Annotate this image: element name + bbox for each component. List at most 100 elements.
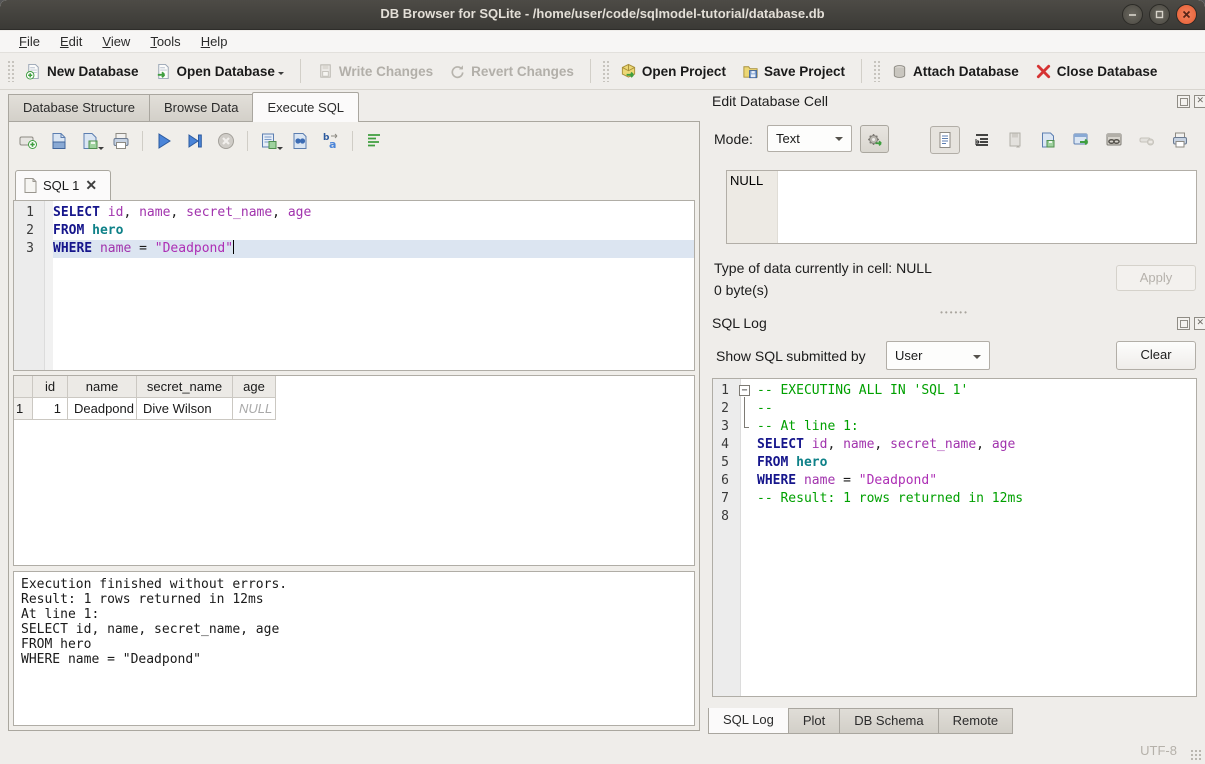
code-line[interactable]: 6WHERE name = "Deadpond"	[713, 472, 1196, 490]
apply-button[interactable]: Apply	[1116, 265, 1196, 291]
column-header-secret-name[interactable]: secret_name	[137, 376, 233, 398]
find-button[interactable]	[289, 130, 311, 152]
titlebar[interactable]: DB Browser for SQLite - /home/user/code/…	[0, 0, 1205, 30]
code-line[interactable]: 3WHERE name = "Deadpond"	[14, 240, 694, 258]
minimize-button[interactable]	[1122, 4, 1143, 25]
toolbar-drag-handle[interactable]	[7, 60, 14, 82]
results-corner-header[interactable]	[14, 376, 33, 398]
close-panel-icon[interactable]	[1194, 95, 1205, 108]
tab-browse-data[interactable]: Browse Data	[149, 94, 252, 122]
tab-sql-log[interactable]: SQL Log	[708, 708, 789, 734]
fold-margin	[735, 490, 757, 508]
sql-file-tab[interactable]: SQL 1 ✕	[15, 170, 111, 200]
tab-db-schema[interactable]: DB Schema	[840, 708, 938, 734]
svg-text:a: a	[329, 138, 336, 151]
new-database-button[interactable]: New Database	[17, 58, 147, 85]
column-header-id[interactable]: id	[33, 376, 68, 398]
open-database-button[interactable]: Open Database	[147, 58, 292, 85]
link-cell-button[interactable]	[1103, 129, 1125, 151]
code-text: FROM hero	[757, 454, 1196, 472]
code-line[interactable]: 4SELECT id, name, secret_name, age	[713, 436, 1196, 454]
auto-switch-mode-button[interactable]	[860, 125, 889, 153]
code-line[interactable]: 5FROM hero	[713, 454, 1196, 472]
text-mode-button[interactable]	[930, 126, 960, 154]
write-changes-icon	[317, 63, 334, 80]
float-panel-icon[interactable]	[1177, 95, 1190, 108]
gear-icon	[866, 131, 883, 148]
mode-select[interactable]: Text	[767, 125, 852, 152]
fold-marker-icon[interactable]: −	[735, 382, 757, 400]
code-line[interactable]: 3-- At line 1:	[713, 418, 1196, 436]
line-number: 1	[14, 204, 40, 222]
menu-edit[interactable]: Edit	[51, 32, 91, 51]
toolbar-drag-handle[interactable]	[602, 60, 609, 82]
print-cell-button[interactable]	[1169, 129, 1191, 151]
panel-splitter[interactable]: ••••••	[712, 303, 1197, 318]
word-wrap-button[interactable]	[971, 129, 993, 151]
cell-age[interactable]: NULL	[233, 398, 276, 420]
stop-button[interactable]	[215, 130, 237, 152]
float-panel-icon[interactable]	[1177, 317, 1190, 330]
tab-execute-sql[interactable]: Execute SQL	[252, 92, 359, 122]
log-filter-select[interactable]: User	[886, 341, 990, 370]
attach-database-icon	[891, 63, 908, 80]
code-line[interactable]: 2FROM hero	[14, 222, 694, 240]
close-database-button[interactable]: Close Database	[1027, 58, 1166, 85]
resize-grip[interactable]	[1190, 749, 1202, 761]
menu-file[interactable]: File	[10, 32, 49, 51]
revert-changes-button[interactable]: Revert Changes	[441, 58, 582, 85]
close-button[interactable]	[1176, 4, 1197, 25]
save-project-button[interactable]: Save Project	[734, 58, 853, 85]
cell-value-editor[interactable]: NULL	[726, 170, 1197, 244]
cell-secret-name[interactable]: Dive Wilson	[137, 398, 233, 420]
attach-database-button[interactable]: Attach Database	[883, 58, 1027, 85]
code-line[interactable]: 8	[713, 508, 1196, 526]
format-sql-button[interactable]	[363, 130, 385, 152]
menu-help[interactable]: Help	[192, 32, 237, 51]
sql-editor[interactable]: 1SELECT id, name, secret_name, age2FROM …	[13, 200, 695, 371]
close-panel-icon[interactable]	[1194, 317, 1205, 330]
tab-database-structure[interactable]: Database Structure	[8, 94, 149, 122]
open-database-dropdown-caret[interactable]	[278, 72, 284, 78]
new-sql-tab-button[interactable]	[17, 130, 39, 152]
tab-plot[interactable]: Plot	[789, 708, 840, 734]
open-sql-file-button[interactable]	[48, 130, 70, 152]
code-text: -- At line 1:	[757, 418, 1196, 436]
export-data-button[interactable]	[1037, 129, 1059, 151]
encoding-indicator[interactable]: UTF-8	[1140, 743, 1177, 758]
save-sql-file-button[interactable]	[79, 130, 101, 152]
execute-current-line-button[interactable]	[184, 130, 206, 152]
clear-log-button[interactable]: Clear	[1116, 341, 1196, 370]
fold-margin	[735, 472, 757, 490]
column-header-name[interactable]: name	[68, 376, 137, 398]
row-number[interactable]: 1	[14, 398, 33, 420]
write-changes-button[interactable]: Write Changes	[309, 58, 441, 85]
fold-margin	[735, 400, 757, 418]
code-line[interactable]: 1−-- EXECUTING ALL IN 'SQL 1'	[713, 382, 1196, 400]
cell-name[interactable]: Deadpond	[68, 398, 137, 420]
set-null-button[interactable]	[1136, 129, 1158, 151]
cell-id[interactable]: 1	[33, 398, 68, 420]
edit-cell-panel-title: Edit Database Cell	[712, 93, 828, 109]
cell-editor-toolbar	[930, 126, 1202, 154]
execute-all-button[interactable]	[153, 130, 175, 152]
find-replace-button[interactable]: ba	[320, 130, 342, 152]
menu-view[interactable]: View	[93, 32, 139, 51]
tab-remote[interactable]: Remote	[939, 708, 1014, 734]
menu-tools[interactable]: Tools	[141, 32, 189, 51]
column-header-age[interactable]: age	[233, 376, 276, 398]
code-line[interactable]: 7-- Result: 1 rows returned in 12ms	[713, 490, 1196, 508]
import-data-button[interactable]	[1004, 129, 1026, 151]
sql-log-view[interactable]: 1−-- EXECUTING ALL IN 'SQL 1'2--3-- At l…	[712, 378, 1197, 697]
code-line[interactable]: 2--	[713, 400, 1196, 418]
save-results-button[interactable]	[258, 130, 280, 152]
open-project-button[interactable]: Open Project	[612, 58, 734, 85]
print-sql-button[interactable]	[110, 130, 132, 152]
toolbar-drag-handle[interactable]	[873, 60, 880, 82]
line-number: 7	[713, 490, 735, 508]
fold-margin	[735, 508, 757, 526]
maximize-button[interactable]	[1149, 4, 1170, 25]
open-external-button[interactable]	[1070, 129, 1092, 151]
sql-tab-close-icon[interactable]: ✕	[85, 177, 97, 194]
code-line[interactable]: 1SELECT id, name, secret_name, age	[14, 204, 694, 222]
